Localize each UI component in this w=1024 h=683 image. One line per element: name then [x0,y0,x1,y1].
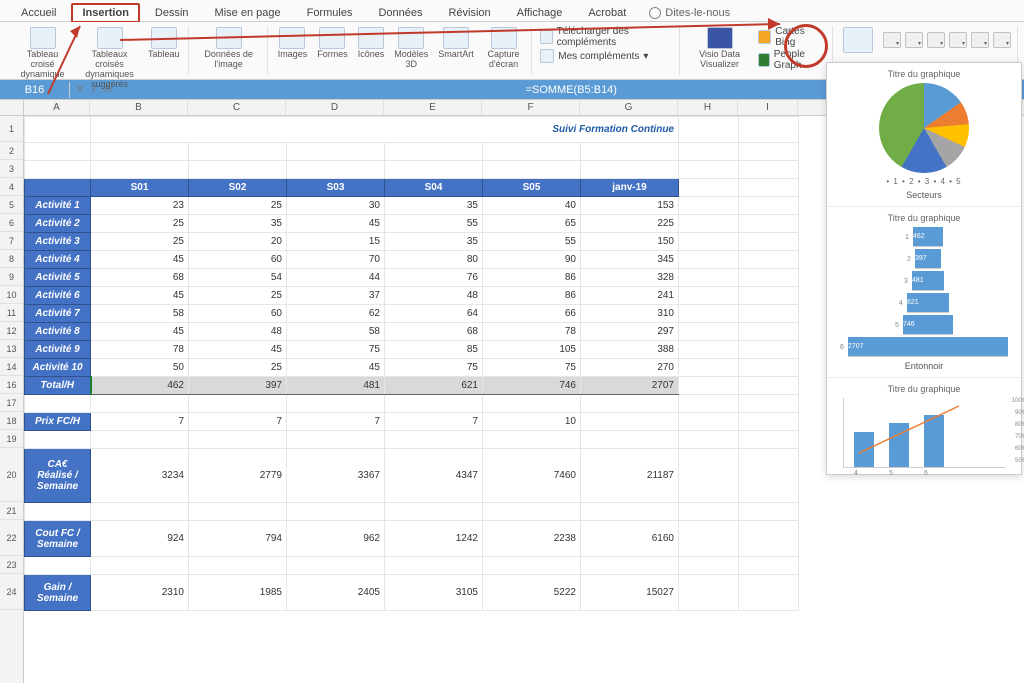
chart-more-button[interactable]: ▾ [971,32,989,48]
tab-insertion[interactable]: Insertion [71,3,139,23]
chart-line-button[interactable]: ▾ [905,32,923,48]
pivot-table-button[interactable]: Tableau croisé dynamique [12,26,73,81]
row-header[interactable]: 14 [0,358,23,376]
row-header[interactable]: 18 [0,412,23,430]
tell-me-search[interactable]: Dites-le-nous [649,7,730,19]
row-header[interactable]: 22 [0,520,23,556]
row-header[interactable]: 3 [0,160,23,178]
row-header[interactable]: 2 [0,142,23,160]
bulb-icon [649,7,661,19]
chart-suggestion-combo[interactable]: Titre du graphique 4 5 6 100% 90% 80% 70… [827,378,1021,474]
sheet-title: Suivi Formation Continue [91,117,679,143]
tab-revision[interactable]: Révision [437,3,501,23]
pie-legend: • 1 • 2 • 3 • 4 • 5 [833,177,1015,186]
visio-button[interactable]: Visio Data Visualizer [688,26,752,71]
chart-pie-button[interactable]: ▾ [927,32,945,48]
tab-formules[interactable]: Formules [296,3,364,23]
chart-suggestion-pie[interactable]: Titre du graphique • 1 • 2 • 3 • 4 • 5 S… [827,63,1021,207]
row-header[interactable]: 24 [0,574,23,610]
tab-dessin[interactable]: Dessin [144,3,200,23]
col-header[interactable]: H [678,100,738,115]
suggested-charts-button[interactable] [841,26,875,54]
row-header[interactable]: 13 [0,340,23,358]
col-header[interactable]: A [24,100,90,115]
tab-mise-en-page[interactable]: Mise en page [204,3,292,23]
capture-button[interactable]: Capture d'écran [482,26,525,71]
tab-accueil[interactable]: Accueil [10,3,67,23]
row-header[interactable]: 16 [0,376,23,394]
col-header[interactable]: C [188,100,286,115]
row-header[interactable]: 19 [0,430,23,448]
image-data-button[interactable]: Données de l'image [197,26,261,71]
row-header[interactable]: 4 [0,178,23,196]
chart-maps-button[interactable]: ▾ [949,32,967,48]
smartart-button[interactable]: SmartArt [436,26,476,61]
pie-chart-icon [879,83,969,173]
row-header[interactable]: 17 [0,394,23,412]
combo-chart-icon: 4 5 6 100% 90% 80% 70% 60% 50% [843,398,1005,468]
suggested-pivot-button[interactable]: Tableaux croisés dynamiques suggérés [79,26,140,91]
images-button[interactable]: Images [276,26,310,61]
chart-bar-button[interactable]: ▾ [883,32,901,48]
row-header[interactable]: 21 [0,502,23,520]
tab-donnees[interactable]: Données [367,3,433,23]
row-headers: 1 2 3 4 5 6 7 8 9 10 11 12 13 14 16 17 1… [0,100,24,683]
chart-suggestion-funnel[interactable]: Titre du graphique 1462 2397 3481 4621 5… [827,207,1021,378]
row-header[interactable]: 12 [0,322,23,340]
suggested-charts-panel: Titre du graphique • 1 • 2 • 3 • 4 • 5 S… [826,62,1022,475]
col-header[interactable]: I [738,100,798,115]
row-header[interactable]: 11 [0,304,23,322]
pivot-chart-button[interactable]: ▾ [993,32,1011,48]
bing-maps-button[interactable]: Cartes Bing [758,26,826,48]
people-graph-button[interactable]: People Graph [758,49,826,71]
row-header[interactable]: 10 [0,286,23,304]
row-header[interactable]: 5 [0,196,23,214]
chart-icon [843,27,873,53]
row-header[interactable]: 6 [0,214,23,232]
my-addins-button[interactable]: Mes compléments ▾ [540,49,672,63]
tab-affichage[interactable]: Affichage [506,3,574,23]
sheet-table[interactable]: Suivi Formation Continue S01S02S03S04S05… [24,116,799,611]
col-header[interactable]: F [482,100,580,115]
row-header[interactable]: 23 [0,556,23,574]
tell-me-label: Dites-le-nous [665,7,730,19]
table-button[interactable]: Tableau [146,26,182,61]
col-header[interactable]: B [90,100,188,115]
row-header[interactable]: 7 [0,232,23,250]
icons-button[interactable]: Icônes [356,26,387,61]
download-addins-button[interactable]: Télécharger des compléments [540,26,672,48]
models3d-button[interactable]: Modèles 3D [392,26,430,71]
col-header[interactable]: G [580,100,678,115]
row-header[interactable]: 20 [0,448,23,502]
chart-type-buttons: ▾ ▾ ▾ ▾ ▾ ▾ [883,32,1011,48]
col-header[interactable]: E [384,100,482,115]
col-header[interactable]: D [286,100,384,115]
row-header[interactable]: 8 [0,250,23,268]
row-header[interactable]: 1 [0,116,23,142]
row-header[interactable]: 9 [0,268,23,286]
ribbon-tabs: Accueil Insertion Dessin Mise en page Fo… [0,0,1024,22]
funnel-chart-icon: 1462 2397 3481 4621 5746 62707 [833,227,1015,357]
tab-acrobat[interactable]: Acrobat [577,3,637,23]
shapes-button[interactable]: Formes [315,26,350,61]
